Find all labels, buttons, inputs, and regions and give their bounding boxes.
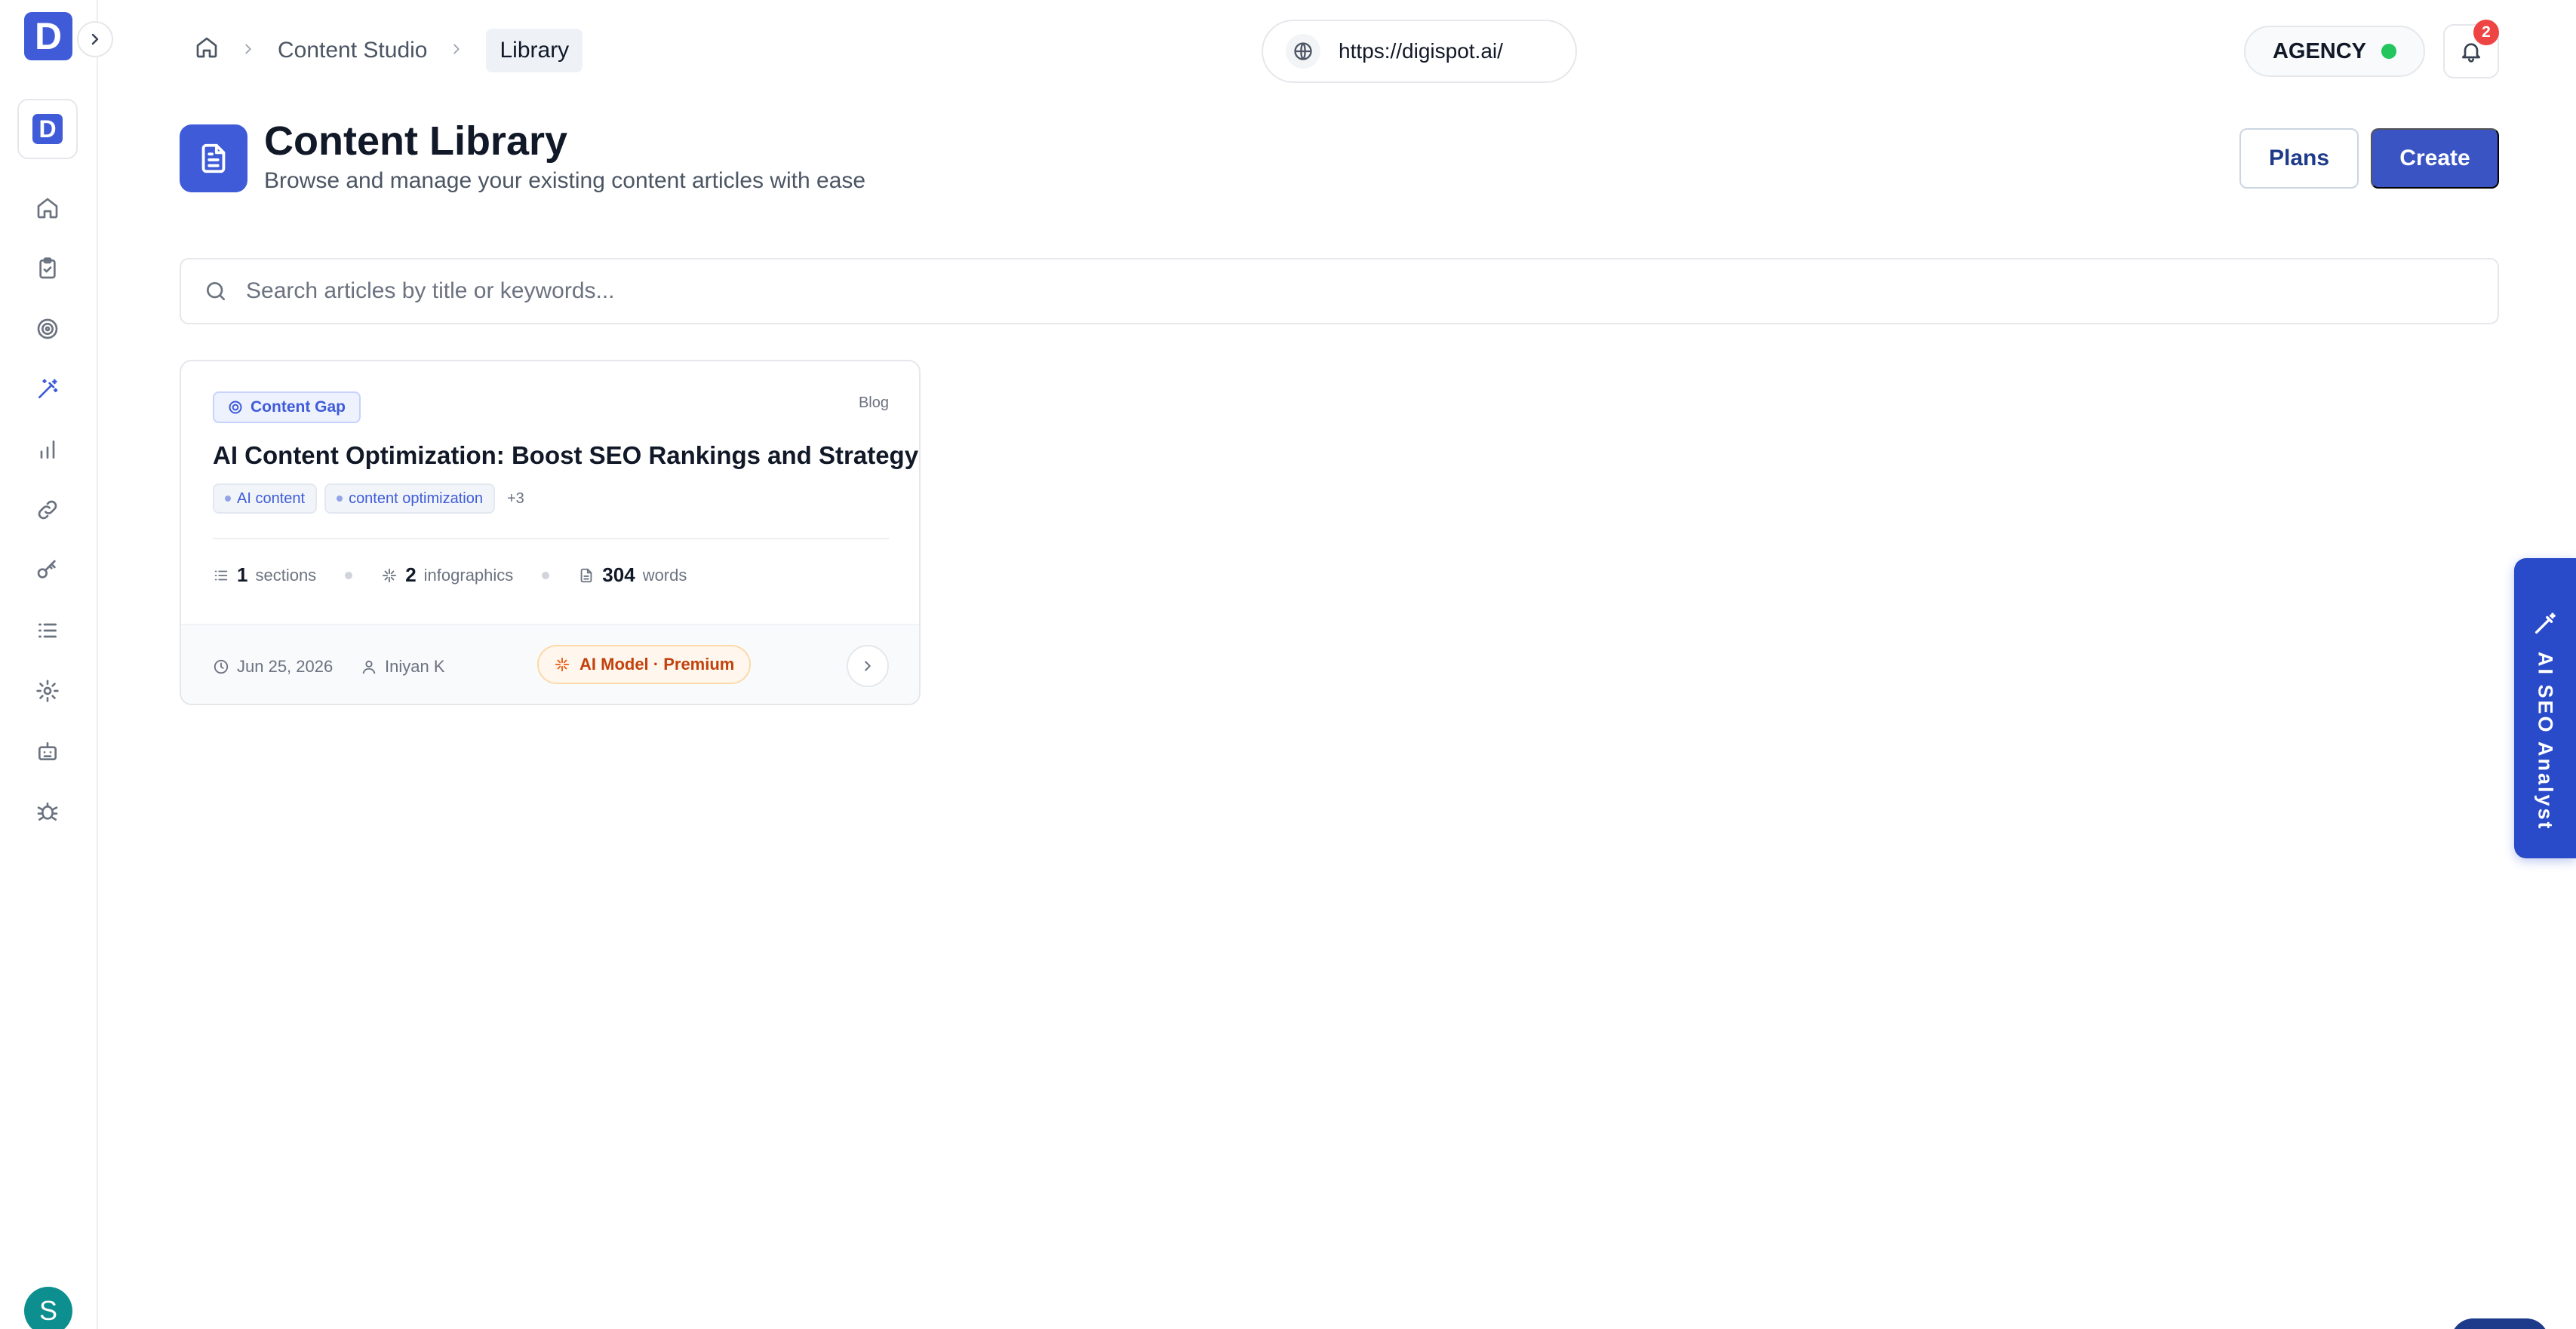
tag-dot (225, 496, 231, 502)
chevron-right-icon (453, 44, 460, 54)
sidebar-item-keywords[interactable] (25, 548, 70, 593)
words-stat: 304 words (578, 563, 687, 587)
breadcrumb-home[interactable] (195, 35, 219, 66)
infographics-stat: 2 infographics (381, 563, 513, 587)
list-icon (214, 570, 228, 580)
home-icon (196, 37, 217, 58)
sparkle-icon (555, 657, 570, 672)
wand-icon (2535, 612, 2556, 634)
analyst-label: AI SEO Analyst (2534, 652, 2557, 831)
bug-icon (37, 803, 58, 821)
link-icon (38, 500, 57, 520)
search-bar (180, 258, 2499, 324)
sparkle-icon (383, 568, 397, 582)
category-label: Content Gap (251, 398, 346, 416)
user-icon (362, 660, 376, 674)
tag-chip: AI content (213, 483, 318, 514)
article-card[interactable]: Content Gap Blog AI Content Optimization… (180, 360, 921, 705)
gear-icon (36, 680, 59, 702)
workspace-logo: D (32, 114, 63, 144)
sidebar-item-settings[interactable] (25, 668, 70, 714)
sidebar-item-tasks[interactable] (25, 246, 70, 291)
article-type: Blog (858, 394, 889, 411)
document-icon (180, 124, 247, 192)
article-stats: 1 sections 2 infographics 304 words (213, 563, 687, 587)
sidebar: D D S (0, 0, 98, 1329)
breadcrumb-current: Library (486, 29, 583, 72)
sidebar-item-crawler[interactable] (25, 789, 70, 834)
site-url-selector[interactable]: https://digispot.ai/ (1262, 20, 1577, 83)
plans-button[interactable]: Plans (2239, 128, 2359, 189)
category-badge: Content Gap (213, 391, 361, 423)
search-icon (207, 282, 225, 300)
chevron-right-icon (91, 33, 99, 45)
sidebar-item-lists[interactable] (25, 608, 70, 653)
breadcrumb-separator (240, 38, 257, 63)
status-indicator (2381, 44, 2397, 59)
breadcrumb-separator (448, 38, 465, 63)
tag-dot (337, 496, 343, 502)
card-footer: Jun 25, 2026 Iniyan K AI Model · Premium (181, 624, 919, 704)
page-subtitle: Browse and manage your existing content … (264, 168, 866, 193)
more-tags-count[interactable]: +3 (507, 490, 524, 508)
sidebar-item-analytics[interactable] (25, 427, 70, 472)
sidebar-collapse-button[interactable] (77, 21, 113, 57)
brand-logo[interactable]: D (24, 12, 72, 60)
sidebar-item-links[interactable] (25, 487, 70, 533)
workspace-switcher[interactable]: D (17, 99, 78, 159)
article-date: Jun 25, 2026 (213, 657, 333, 677)
open-article-button[interactable] (847, 645, 889, 687)
article-author: Iniyan K (361, 657, 445, 677)
target-icon (37, 318, 58, 339)
site-url: https://digispot.ai/ (1339, 39, 1503, 63)
bar-chart-icon (40, 440, 55, 459)
key-icon (37, 560, 56, 579)
plan-label: AGENCY (2272, 38, 2367, 63)
sidebar-item-targets[interactable] (25, 306, 70, 351)
page-title: Content Library (264, 118, 568, 164)
document-icon (580, 568, 592, 582)
sections-stat: 1 sections (213, 563, 316, 587)
list-icon (38, 623, 57, 638)
sidebar-item-home[interactable] (25, 186, 70, 231)
clock-icon (214, 659, 229, 674)
wand-icon (38, 379, 58, 398)
chevron-right-icon (245, 44, 251, 54)
article-title[interactable]: AI Content Optimization: Boost SEO Ranki… (213, 441, 918, 470)
globe-icon (1286, 34, 1320, 69)
robot-icon (38, 742, 57, 760)
model-badge: AI Model · Premium (537, 645, 752, 684)
tag-label: content optimization (349, 490, 483, 507)
home-icon (37, 198, 58, 219)
notification-count-badge: 2 (2473, 20, 2499, 45)
chevron-right-icon (865, 661, 871, 671)
breadcrumb: Content Studio Library (195, 27, 583, 74)
chat-launcher-button[interactable] (2451, 1318, 2549, 1329)
search-input[interactable] (246, 278, 2434, 304)
plan-badge[interactable]: AGENCY (2244, 26, 2425, 77)
stat-separator (345, 571, 353, 579)
create-button[interactable]: Create (2371, 128, 2499, 189)
divider (213, 538, 889, 539)
sidebar-item-bots[interactable] (25, 729, 70, 774)
tag-list: AI content content optimization +3 (213, 483, 524, 514)
breadcrumb-content-studio[interactable]: Content Studio (278, 38, 427, 63)
ai-seo-analyst-tab[interactable]: AI SEO Analyst (2514, 558, 2576, 858)
sidebar-item-content-studio[interactable] (25, 367, 70, 412)
clipboard-check-icon (39, 257, 56, 279)
stat-separator (542, 571, 550, 579)
tag-label: AI content (237, 490, 306, 507)
tag-chip: content optimization (324, 483, 495, 514)
target-icon (229, 401, 242, 414)
user-avatar[interactable]: S (24, 1287, 72, 1329)
